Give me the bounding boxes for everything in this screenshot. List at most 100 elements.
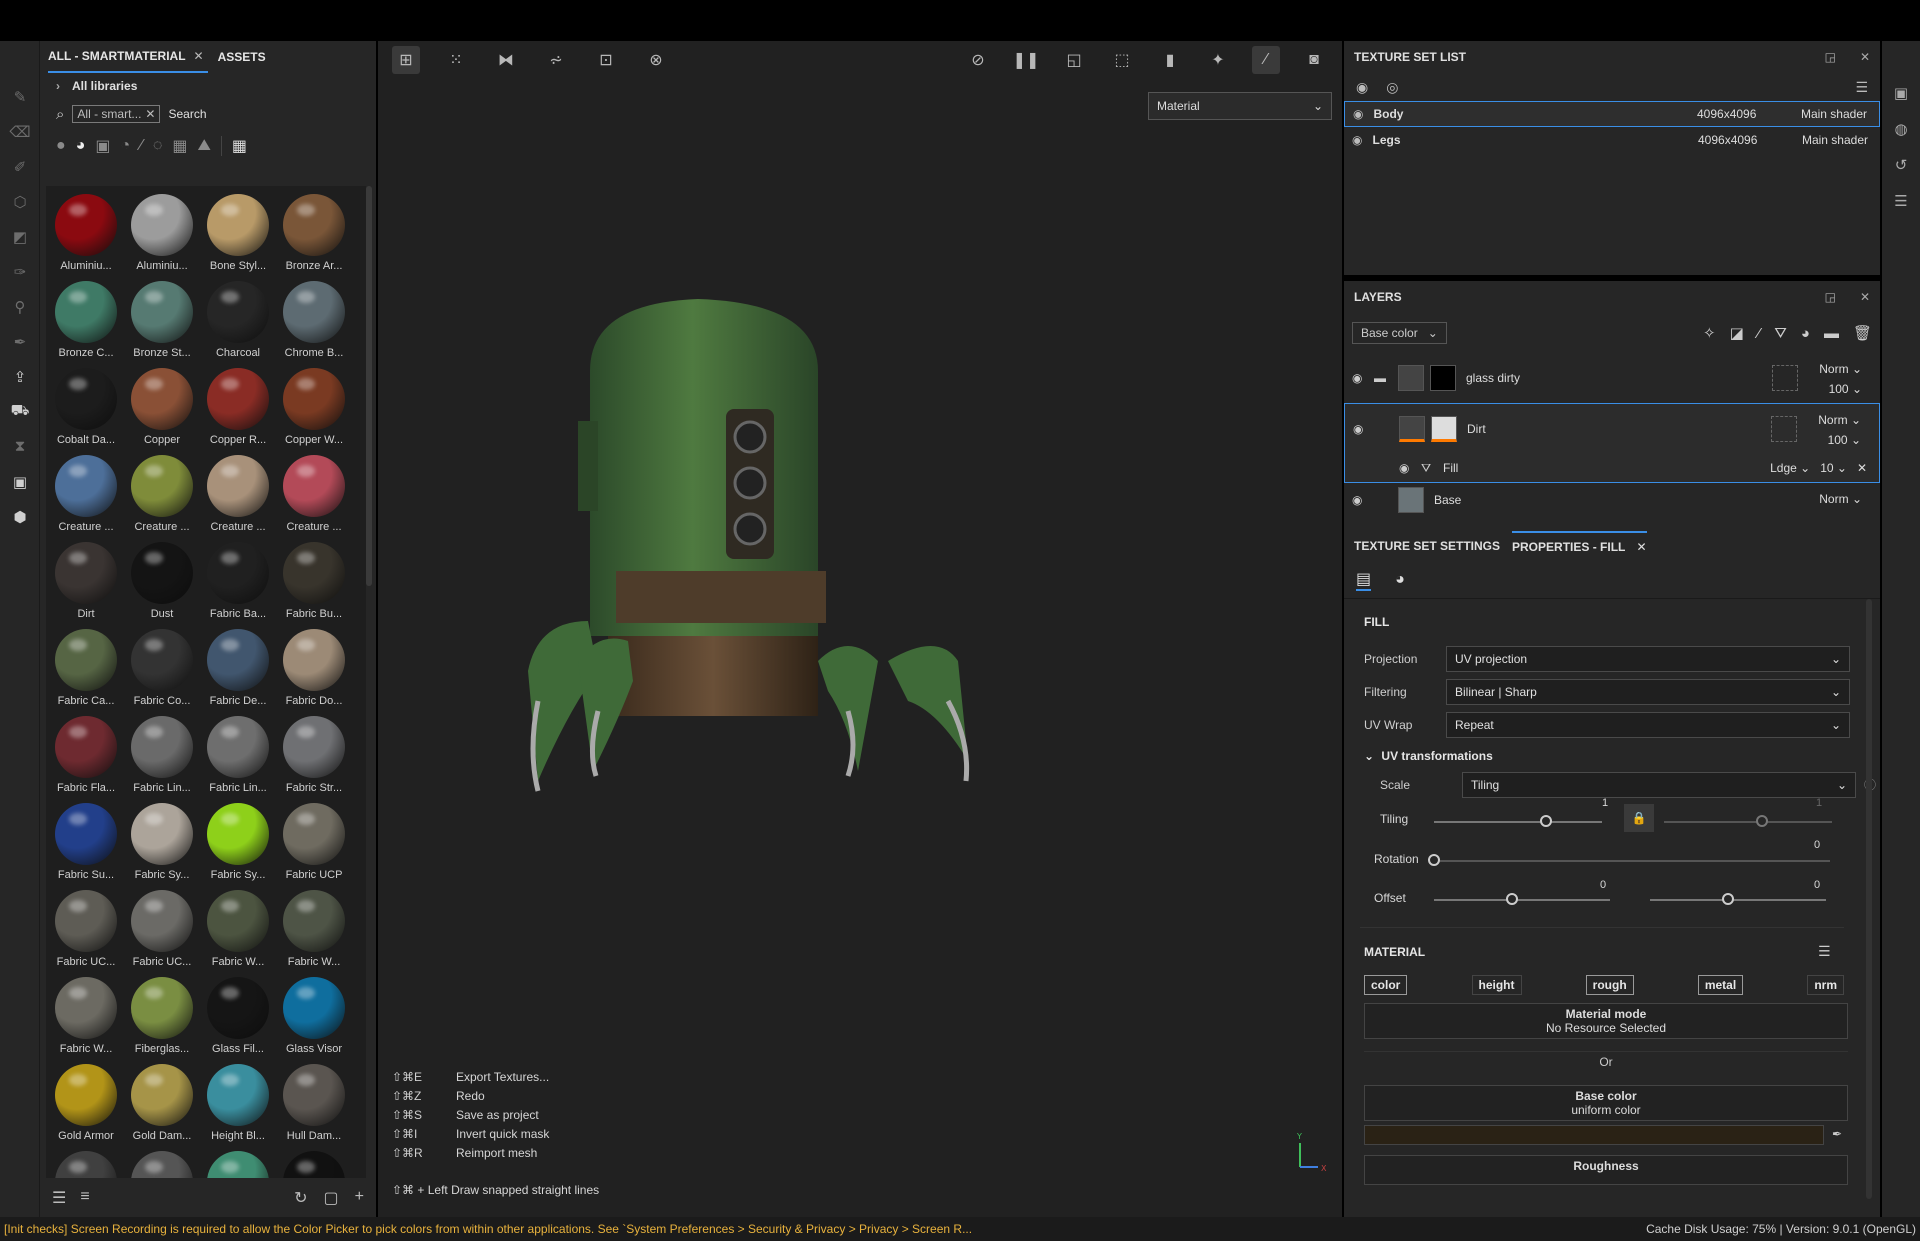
float-panel-icon[interactable]: ◲ — [1825, 50, 1836, 64]
material-thumbnail[interactable]: Fabric Lin... — [200, 714, 276, 801]
menu-icon[interactable]: ☰ — [1818, 943, 1831, 960]
material-thumbnail[interactable]: Fiberglas... — [124, 975, 200, 1062]
material-thumbnail[interactable]: Bronze C... — [48, 279, 124, 366]
material-thumbnail[interactable]: Bone Styl... — [200, 192, 276, 279]
environment-filter-icon[interactable]: ⛰ — [197, 137, 210, 155]
opacity[interactable]: 10 ⌄ — [1820, 461, 1847, 475]
rotation-slider[interactable] — [1434, 860, 1830, 862]
layer-row-base[interactable]: ◉ Base Norm ⌄ — [1344, 483, 1880, 517]
tiling-slider-v[interactable] — [1664, 821, 1832, 823]
close-icon[interactable]: ✕ — [194, 40, 204, 72]
hide-icon[interactable]: ⊘ — [964, 46, 992, 74]
shader-icon[interactable]: ⬢ — [0, 499, 40, 534]
channel-height[interactable]: height — [1471, 975, 1522, 995]
eye-icon[interactable]: ◉ — [1353, 107, 1363, 121]
material-thumbnail[interactable]: Creature ... — [48, 453, 124, 540]
eye-icon[interactable]: ◎ — [1386, 79, 1398, 96]
material-properties-icon[interactable]: ◕ — [1395, 571, 1405, 589]
paint-mode-icon[interactable]: ⁄ — [1252, 46, 1280, 74]
generator-filter-icon[interactable]: ◔ — [120, 137, 130, 155]
add-fill-layer-icon[interactable]: ⛛ — [1774, 325, 1787, 342]
base-color-box[interactable]: Base color uniform color — [1364, 1085, 1848, 1121]
material-thumbnail[interactable]: Aluminiu... — [48, 192, 124, 279]
add-folder-icon[interactable]: ▬ — [1824, 325, 1839, 342]
add-icon[interactable]: + — [355, 1188, 364, 1208]
blend-mode[interactable]: Norm ⌄ 100 ⌄ — [1819, 359, 1862, 399]
eye-icon[interactable]: ◉ — [1352, 371, 1374, 385]
view-2d-icon[interactable]: ◱ — [1060, 46, 1088, 74]
list-view-icon[interactable]: ☰ — [52, 1188, 66, 1208]
tab-properties-fill[interactable]: PROPERTIES - FILL ✕ — [1512, 531, 1647, 561]
offset-slider-u[interactable] — [1434, 899, 1610, 901]
search-filter-chip[interactable]: All - smart... ✕ — [72, 105, 161, 123]
layer-row-dirt[interactable]: ◉ Dirt Norm ⌄ 100 ⌄ — [1345, 404, 1879, 454]
view-3d-icon[interactable]: ⬚ — [1108, 46, 1136, 74]
material-thumbnail[interactable] — [200, 1149, 276, 1178]
material-thumbnail[interactable]: Dirt — [48, 540, 124, 627]
reset-camera-icon[interactable]: ⊗ — [642, 46, 670, 74]
tiling-knob-v[interactable] — [1756, 815, 1768, 827]
eyedropper-icon[interactable]: ✒ — [1832, 1127, 1842, 1141]
properties-scrollbar[interactable] — [1866, 599, 1872, 1199]
offset-slider-v[interactable] — [1650, 899, 1826, 901]
effect-row-fill[interactable]: ◉ ⛛ Fill Ldge ⌄ 10 ⌄ ✕ — [1345, 454, 1879, 482]
breadcrumb[interactable]: › All libraries — [40, 73, 376, 99]
material-thumbnail[interactable]: Bronze Ar... — [276, 192, 352, 279]
tiling-knob-u[interactable] — [1540, 815, 1552, 827]
filtering-dropdown[interactable]: Bilinear | Sharp ⌄ — [1446, 678, 1850, 705]
material-thumbnail[interactable]: Charcoal — [200, 279, 276, 366]
close-icon[interactable]: ✕ — [1860, 50, 1870, 64]
close-icon[interactable]: ✕ — [145, 107, 155, 121]
material-thumbnail[interactable]: Fabric UC... — [124, 888, 200, 975]
mask-filter-icon[interactable]: ▣ — [95, 136, 110, 156]
material-thumbnail[interactable]: Chrome B... — [276, 279, 352, 366]
folder-icon[interactable]: ▢ — [324, 1188, 339, 1208]
channel-rough[interactable]: rough — [1585, 975, 1634, 995]
material-thumbnail[interactable]: Fabric Lin... — [124, 714, 200, 801]
history-icon[interactable]: ↺ — [1882, 147, 1920, 183]
material-thumbnail[interactable]: Aluminiu... — [124, 192, 200, 279]
mirror-x-icon[interactable]: ⧓ — [492, 46, 520, 74]
material-thumbnail[interactable]: Fabric Str... — [276, 714, 352, 801]
mirror-y-icon[interactable]: ⩫ — [542, 46, 570, 74]
uv-transformations-toggle[interactable]: ⌄ UV transformations — [1364, 749, 1493, 763]
smudge-icon[interactable]: ✑ — [0, 254, 40, 289]
close-icon[interactable]: ✕ — [1860, 290, 1870, 304]
refresh-icon[interactable]: ↻ — [294, 1188, 307, 1208]
blend-mode[interactable]: Ldge ⌄ — [1770, 461, 1810, 475]
camera-video-icon[interactable]: ▮ — [1156, 46, 1184, 74]
clone-icon[interactable]: ⚲ — [0, 289, 40, 324]
material-thumbnail[interactable]: Fabric De... — [200, 627, 276, 714]
offset-knob-u[interactable] — [1506, 893, 1518, 905]
viewport[interactable]: ⊞ ⁙ ⧓ ⩫ ⊡ ⊗ ⊘ ❚❚ ◱ ⬚ ▮ ✦ ⁄ ◙ Material ⌄ … — [378, 41, 1342, 1217]
material-filter-icon[interactable]: ● — [56, 137, 66, 155]
projection-icon[interactable]: ✐ — [0, 149, 40, 184]
material-thumbnail[interactable] — [124, 1149, 200, 1178]
add-mask-icon[interactable]: ◪ — [1730, 324, 1744, 342]
float-panel-icon[interactable]: ◲ — [1825, 290, 1836, 304]
add-paint-layer-icon[interactable]: ⁄ — [1758, 325, 1761, 342]
material-thumbnail[interactable]: Fabric Ba... — [200, 540, 276, 627]
polygon-fill-icon[interactable]: ◩ — [0, 219, 40, 254]
eye-icon[interactable]: ◉ — [1352, 133, 1362, 147]
material-thumbnail[interactable]: Glass Fil... — [200, 975, 276, 1062]
material-thumbnail[interactable]: Fabric UCP — [276, 801, 352, 888]
lock-icon[interactable]: 🔒 — [1624, 804, 1654, 832]
material-thumbnail[interactable]: Fabric Do... — [276, 627, 352, 714]
display-settings-icon[interactable]: ▣ — [0, 464, 40, 499]
channel-select[interactable]: Base color ⌄ — [1352, 322, 1447, 344]
texture-filter-icon[interactable]: ▦ — [172, 136, 187, 156]
grid-layout-icon[interactable]: ⁙ — [442, 46, 470, 74]
projection-dropdown[interactable]: UV projection ⌄ — [1446, 645, 1850, 672]
paint-brush-icon[interactable]: ✎ — [0, 79, 40, 114]
roughness-box[interactable]: Roughness — [1364, 1155, 1848, 1185]
robot-model[interactable] — [378, 241, 1342, 801]
close-icon[interactable]: ✕ — [1636, 540, 1646, 554]
material-thumbnail[interactable]: Fabric W... — [200, 888, 276, 975]
log-icon[interactable]: ☰ — [1882, 183, 1920, 219]
material-thumbnail[interactable]: Creature ... — [200, 453, 276, 540]
material-thumbnail[interactable]: Dust — [124, 540, 200, 627]
material-thumbnail[interactable] — [276, 1149, 352, 1178]
frame-icon[interactable]: ⊞ — [392, 46, 420, 74]
viewer-settings-icon[interactable]: ▣ — [1882, 75, 1920, 111]
